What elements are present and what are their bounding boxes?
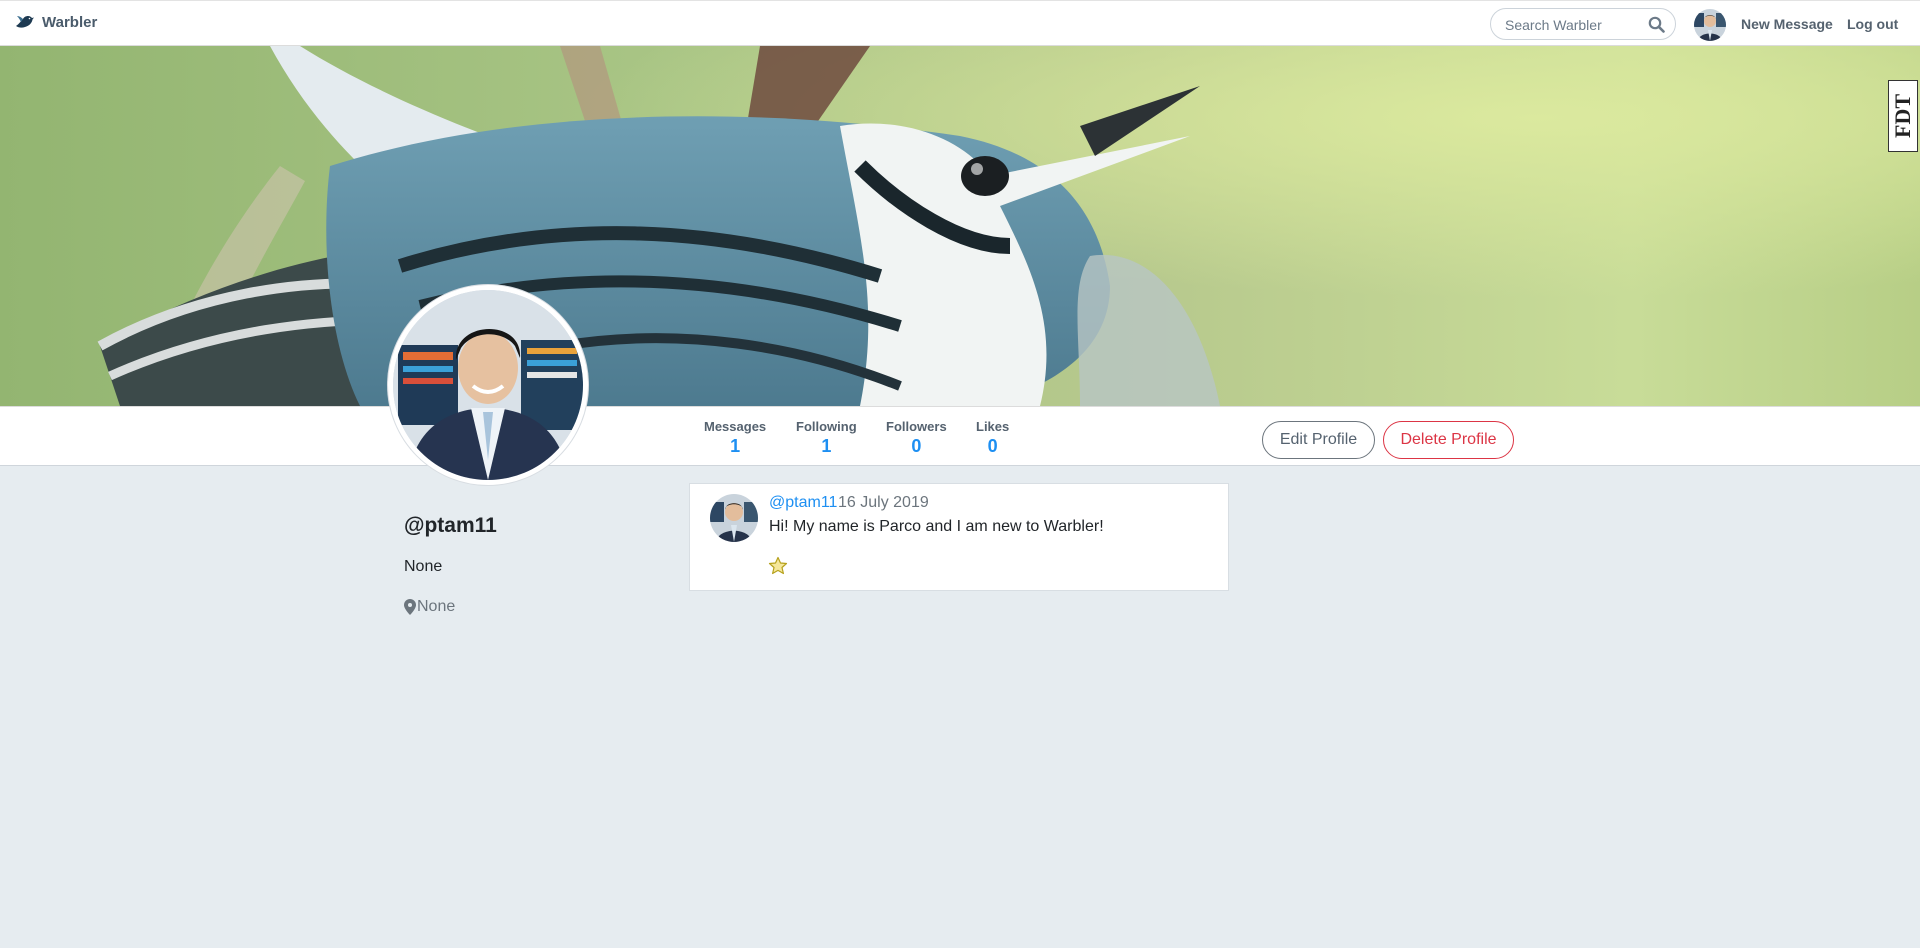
brand-link[interactable]: Warbler	[14, 13, 97, 31]
stat-following-value: 1	[821, 436, 832, 456]
profile-info: @ptam11 None None	[404, 514, 497, 616]
delete-profile-button[interactable]: Delete Profile	[1383, 421, 1514, 459]
navbar: Warbler New Message Log out	[0, 0, 1920, 46]
stat-followers[interactable]: Followers 0	[886, 419, 947, 457]
profile-stats-bar: Messages 1 Following 1 Followers 0 Likes…	[0, 406, 1920, 466]
user-photo-icon	[710, 494, 758, 542]
search-input[interactable]	[1503, 15, 1647, 35]
new-message-link[interactable]: New Message	[1741, 16, 1833, 32]
profile-location-text: None	[417, 598, 456, 615]
message-date: 16 July 2019	[838, 494, 929, 511]
message-username-link[interactable]: @ptam11	[769, 494, 837, 512]
search-icon[interactable]	[1648, 16, 1665, 33]
profile-bio: None	[404, 558, 443, 575]
message-card[interactable]: @ptam11 16 July 2019 Hi! My name is Parc…	[689, 483, 1229, 591]
stat-following[interactable]: Following 1	[796, 419, 857, 457]
stat-messages-value: 1	[730, 436, 741, 456]
logout-link[interactable]: Log out	[1847, 16, 1898, 32]
user-photo-icon	[1694, 9, 1726, 41]
profile-avatar	[388, 285, 588, 485]
brand-name: Warbler	[42, 13, 98, 31]
profile-header-image: FDT	[0, 46, 1920, 406]
stat-likes-label: Likes	[976, 419, 1010, 434]
profile-photo-icon	[393, 290, 583, 480]
bird-icon	[16, 16, 34, 28]
user-avatar[interactable]	[1694, 9, 1726, 41]
stat-likes[interactable]: Likes 0	[976, 419, 1009, 457]
star-icon[interactable]	[768, 556, 788, 576]
profile-username: @ptam11	[404, 514, 497, 537]
search-form	[1490, 8, 1676, 40]
stat-likes-value: 0	[987, 436, 998, 456]
warbler-bird-image	[0, 46, 1920, 406]
edit-profile-button[interactable]: Edit Profile	[1262, 421, 1375, 459]
stat-followers-value: 0	[911, 436, 922, 456]
profile-location: None	[404, 598, 497, 616]
stat-followers-label: Followers	[886, 419, 947, 434]
stat-following-label: Following	[796, 419, 857, 434]
message-avatar[interactable]	[710, 494, 758, 542]
map-pin-icon	[404, 599, 416, 615]
stat-messages-label: Messages	[704, 419, 767, 434]
stat-messages[interactable]: Messages 1	[704, 419, 766, 457]
message-text: Hi! My name is Parco and I am new to War…	[769, 518, 1104, 535]
extension-badge[interactable]: FDT	[1888, 80, 1918, 152]
